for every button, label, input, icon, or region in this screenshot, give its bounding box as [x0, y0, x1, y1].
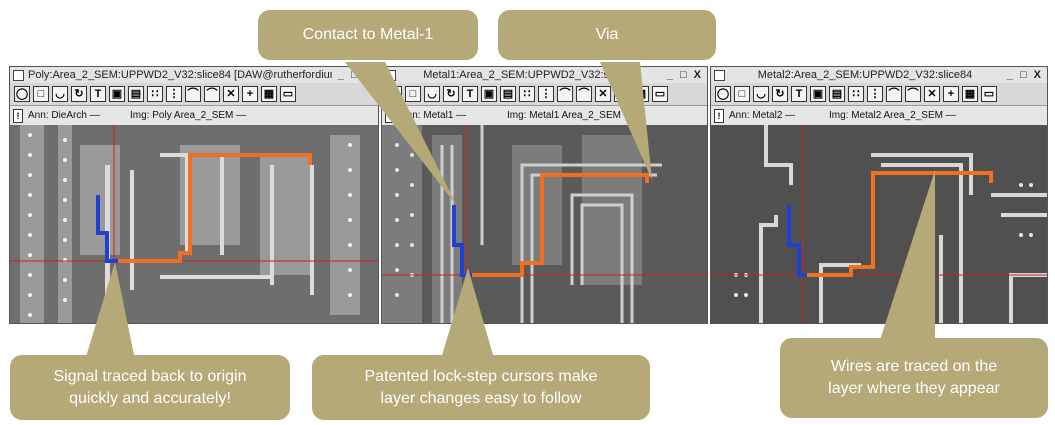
via-callout-text: Via [595, 26, 619, 43]
wires-callout-line2: layer where they appear [828, 380, 1000, 397]
via-pointer [600, 62, 652, 180]
signal-callout-line1: Signal traced back to origin [53, 367, 247, 385]
patented-pointer [440, 268, 495, 362]
contact-callout: Contact to Metal-1 [258, 10, 478, 60]
patented-callout-line1: Patented lock-step cursors make [364, 367, 598, 385]
contact-callout-text: Contact to Metal-1 [302, 26, 434, 43]
signal-pointer [85, 262, 135, 360]
wires-pointer [880, 170, 935, 340]
wires-callout-line1: Wires are traced on the [830, 358, 998, 375]
via-callout: Via [498, 10, 716, 60]
wires-callout: Wires are traced on the layer where they… [780, 338, 1048, 418]
contact-pointer [345, 62, 457, 206]
patented-callout-line2: layer changes easy to follow [380, 389, 582, 407]
signal-callout: Signal traced back to origin quickly and… [10, 355, 290, 420]
patented-callout: Patented lock-step cursors make layer ch… [312, 355, 650, 420]
signal-callout-line2: quickly and accurately! [69, 389, 231, 407]
